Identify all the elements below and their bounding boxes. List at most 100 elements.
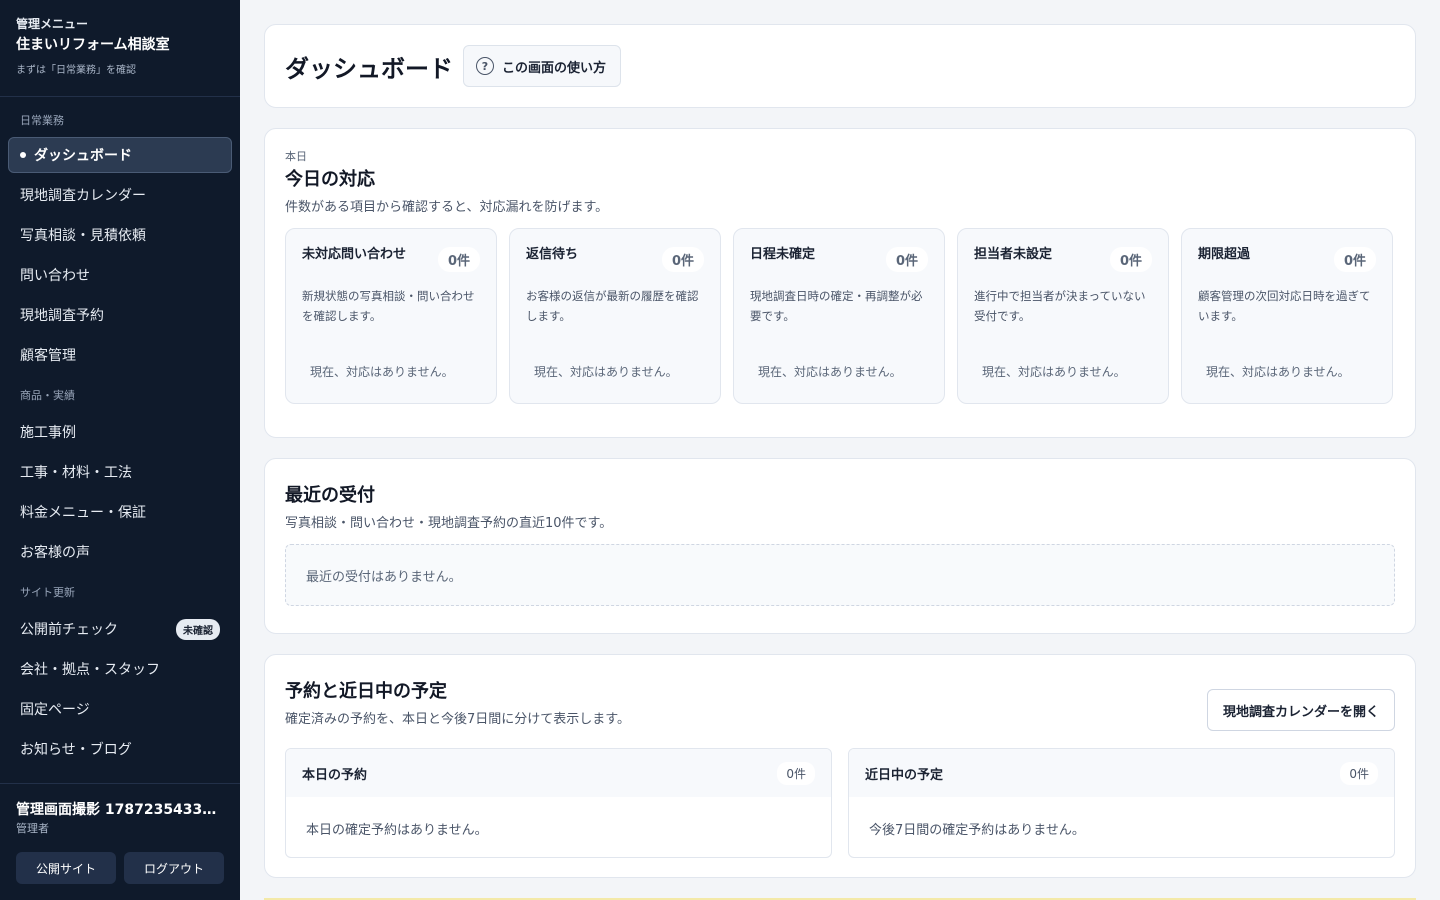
sidebar-item-label: 公開前チェック [20,622,118,638]
recent-title: 最近の受付 [285,485,375,506]
sidebar-item-survey-calendar[interactable]: 現地調査カレンダー [8,177,232,213]
schedule-columns: 本日の予約 0件 本日の確定予約はありません。 近日中の予定 0件 今後7日間の… [285,748,1395,858]
task-desc: 現地調査日時の確定・再調整が必要です。 [750,289,923,323]
task-empty: 現在、対応はありません。 [758,365,902,379]
sidebar-item-label: お客様の声 [20,545,90,561]
recent-empty: 最近の受付はありません。 [285,544,1395,606]
task-desc: 顧客管理の次回対応日時を過ぎています。 [1198,289,1371,323]
user-role: 管理者 [16,822,49,835]
sidebar-item-label: お知らせ・ブログ [20,742,132,758]
task-count: 0件 [885,247,928,272]
task-card-head: 返信待ち 0件 [526,245,704,272]
task-card-head: 期限超過 0件 [1198,245,1376,272]
brand-title: 住まいリフォーム相談室 [16,37,170,53]
today-title: 今日の対応 [285,169,375,190]
sidebar-item-customers[interactable]: 顧客管理 [8,337,232,373]
today-section: 本日 今日の対応 件数がある項目から確認すると、対応漏れを防げます。 未対応問い… [264,128,1416,438]
task-card-head: 未対応問い合わせ 0件 [302,245,480,272]
sidebar-item-label: 問い合わせ [20,268,90,284]
sidebar-item-prepublish-check[interactable]: 公開前チェック 未確認 [8,611,232,647]
sidebar-item-label: 顧客管理 [20,348,76,364]
task-cards: 未対応問い合わせ 0件 新規状態の写真相談・問い合わせを確認します。 現在、対応… [285,228,1395,404]
sidebar-item-photo-consult[interactable]: 写真相談・見積依頼 [8,217,232,253]
task-count: 0件 [437,247,480,272]
sidebar-item-label: 会社・拠点・スタッフ [20,662,160,678]
footer-buttons: 公開サイト ログアウト [16,852,224,884]
sidebar-item-label: 現地調査カレンダー [20,188,146,204]
task-desc: 進行中で担当者が決まっていない受付です。 [974,289,1146,323]
task-card-awaiting-reply[interactable]: 返信待ち 0件 お客様の返信が最新の履歴を確認します。 現在、対応はありません。 [509,228,721,404]
brand: 管理メニュー 住まいリフォーム相談室 まずは「日常業務」を確認 [0,0,240,97]
task-card-unhandled[interactable]: 未対応問い合わせ 0件 新規状態の写真相談・問い合わせを確認します。 現在、対応… [285,228,497,404]
sidebar-item-materials[interactable]: 工事・材料・工法 [8,454,232,490]
sidebar-item-pricing[interactable]: 料金メニュー・保証 [8,494,232,530]
sidebar-item-case-studies[interactable]: 施工事例 [8,414,232,450]
help-button-label: この画面の使い方 [502,60,607,76]
schedule-section: 予約と近日中の予定 確定済みの予約を、本日と今後7日間に分けて表示します。 現地… [264,654,1416,878]
sidebar-item-label: ダッシュボード [34,148,132,164]
schedule-col-head: 近日中の予定 0件 [849,749,1394,797]
schedule-col-title: 本日の予約 [302,767,368,783]
task-desc: 新規状態の写真相談・問い合わせを確認します。 [302,289,475,323]
schedule-col-empty: 今後7日間の確定予約はありません。 [869,822,1085,838]
task-title: 返信待ち [526,247,579,262]
task-desc: お客様の返信が最新の履歴を確認します。 [526,289,699,323]
sidebar-item-company[interactable]: 会社・拠点・スタッフ [8,651,232,687]
recent-section: 最近の受付 写真相談・問い合わせ・現地調査予約の直近10件です。 最近の受付はあ… [264,458,1416,634]
sidebar-nav: 日常業務 ダッシュボード 現地調査カレンダー 写真相談・見積依頼 問い合わせ 現… [0,114,240,767]
sidebar-footer: 管理画面撮影 17872354334… 管理者 公開サイト ログアウト [0,783,240,900]
sidebar-item-label: 現地調査予約 [20,308,104,324]
schedule-col-count: 0件 [1340,761,1378,785]
sidebar-item-pages[interactable]: 固定ページ [8,691,232,727]
sidebar-item-inquiries[interactable]: 問い合わせ [8,257,232,293]
task-card-unscheduled[interactable]: 日程未確定 0件 現地調査日時の確定・再調整が必要です。 現在、対応はありません… [733,228,945,404]
sidebar-item-survey-reservations[interactable]: 現地調査予約 [8,297,232,333]
nav-section-products: 商品・実績 [20,389,75,402]
sidebar-item-testimonials[interactable]: お客様の声 [8,534,232,570]
task-title: 期限超過 [1198,247,1251,262]
active-dot-icon [20,152,26,158]
task-empty: 現在、対応はありません。 [534,365,678,379]
sidebar-item-label: 施工事例 [20,425,76,441]
sidebar-item-label: 工事・材料・工法 [20,465,132,481]
schedule-col-count: 0件 [777,761,815,785]
page-header: ダッシュボード ? この画面の使い方 [264,24,1416,108]
upcoming-schedule: 近日中の予定 0件 今後7日間の確定予約はありません。 [848,748,1395,858]
nav-section-daily: 日常業務 [20,114,64,127]
task-count: 0件 [661,247,704,272]
task-empty: 現在、対応はありません。 [310,365,454,379]
main-content: ダッシュボード ? この画面の使い方 本日 今日の対応 件数がある項目から確認す… [264,24,1416,898]
task-empty: 現在、対応はありません。 [1206,365,1350,379]
task-card-head: 担当者未設定 0件 [974,245,1152,272]
task-card-overdue[interactable]: 期限超過 0件 顧客管理の次回対応日時を過ぎています。 現在、対応はありません。 [1181,228,1393,404]
task-count: 0件 [1333,247,1376,272]
sidebar-item-news[interactable]: お知らせ・ブログ [8,731,232,767]
task-card-head: 日程未確定 0件 [750,245,928,272]
task-title: 日程未確定 [750,247,816,262]
user-name: 管理画面撮影 17872354334… [16,802,224,818]
logout-button[interactable]: ログアウト [124,852,224,884]
today-reservations: 本日の予約 0件 本日の確定予約はありません。 [285,748,832,858]
task-title: 未対応問い合わせ [302,247,407,262]
task-card-unassigned[interactable]: 担当者未設定 0件 進行中で担当者が決まっていない受付です。 現在、対応はありま… [957,228,1169,404]
task-empty: 現在、対応はありません。 [982,365,1126,379]
sidebar: 管理メニュー 住まいリフォーム相談室 まずは「日常業務」を確認 日常業務 ダッシ… [0,0,240,900]
task-title: 担当者未設定 [974,247,1053,262]
sidebar-item-label: 写真相談・見積依頼 [20,228,146,244]
question-circle-icon: ? [476,57,494,75]
task-count: 0件 [1109,247,1152,272]
help-button[interactable]: ? この画面の使い方 [463,45,622,87]
brand-kicker: 管理メニュー [16,17,89,31]
status-badge: 未確認 [176,618,220,640]
sidebar-item-dashboard[interactable]: ダッシュボード [8,137,232,173]
today-desc: 件数がある項目から確認すると、対応漏れを防げます。 [285,200,609,215]
open-calendar-button[interactable]: 現地調査カレンダーを開く [1206,689,1395,731]
public-site-button[interactable]: 公開サイト [16,852,116,884]
brand-hint: まずは「日常業務」を確認 [16,65,136,76]
schedule-col-head: 本日の予約 0件 [286,749,831,797]
schedule-col-title: 近日中の予定 [865,767,944,783]
today-kicker: 本日 [285,150,307,163]
recent-desc: 写真相談・問い合わせ・現地調査予約の直近10件です。 [285,516,613,531]
sidebar-item-label: 固定ページ [20,702,90,718]
page-title: ダッシュボード [285,54,453,83]
